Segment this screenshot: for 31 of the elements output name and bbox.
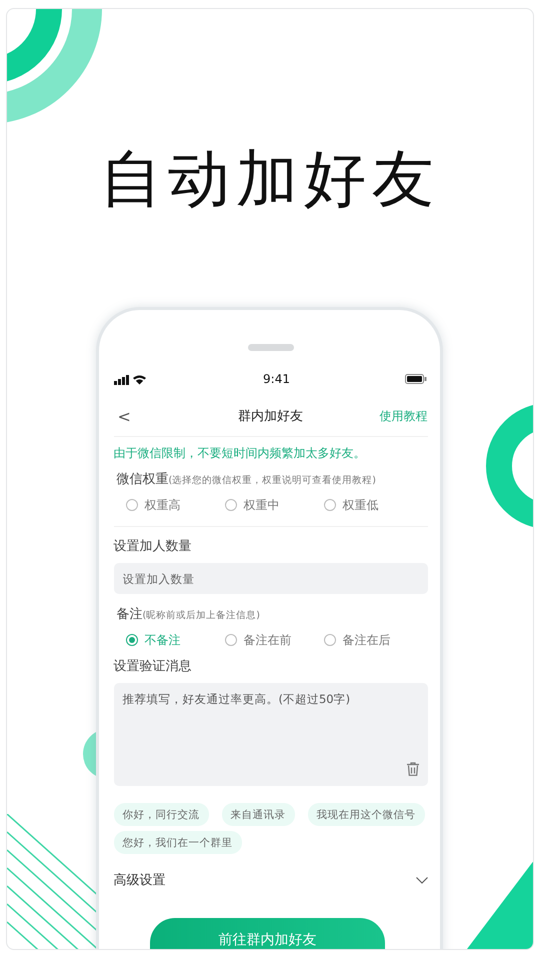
battery-icon (405, 374, 428, 384)
suggestion-chip[interactable]: 您好，我们在一个群里 (114, 831, 242, 854)
section-label: 微信权重 (116, 471, 168, 488)
hint-text: (选择您的微信权重，权重说明可查看使用教程) (168, 474, 376, 487)
radio-option[interactable]: 备注在前 (224, 632, 324, 648)
back-button[interactable]: < (114, 406, 174, 426)
status-time: 9:41 (263, 372, 290, 386)
hint-text: (昵称前或后加上备注信息) (142, 609, 260, 622)
suggestion-chip[interactable]: 我现在用这个微信号 (308, 803, 424, 826)
count-input[interactable]: 设置加入数量 (114, 563, 428, 594)
radio-option[interactable]: 权重低 (324, 496, 422, 514)
advanced-settings[interactable]: 高级设置 (114, 868, 428, 892)
trash-icon[interactable] (406, 762, 418, 776)
suggestion-chip[interactable]: 来自通讯录 (222, 803, 294, 826)
submit-button[interactable]: 前往群内加好友 (150, 918, 385, 949)
suggestion-chip[interactable]: 你好，同行交流 (114, 803, 208, 826)
section-label: 设置加人数量 (114, 538, 192, 555)
message-input[interactable]: 推荐填写，好友通过率更高。(不超过50字) (114, 683, 428, 786)
page-title: 群内加好友 (238, 408, 303, 425)
radio-option[interactable]: 权重高 (126, 496, 224, 514)
radio-option[interactable]: 备注在后 (324, 632, 422, 648)
radio-option[interactable]: 不备注 (126, 632, 224, 648)
tutorial-link[interactable]: 使用教程 (368, 408, 428, 424)
speaker-icon (248, 344, 294, 351)
section-label: 设置验证消息 (114, 658, 192, 675)
headline: 自动加好友 (100, 141, 440, 217)
chevron-icon (416, 876, 428, 884)
signal-wifi-icon (114, 374, 148, 384)
section-label: 备注 (116, 606, 142, 623)
notice-text: 由于微信限制，不要短时间内频繁加太多好友。 (114, 445, 366, 462)
radio-option[interactable]: 权重中 (224, 496, 324, 514)
